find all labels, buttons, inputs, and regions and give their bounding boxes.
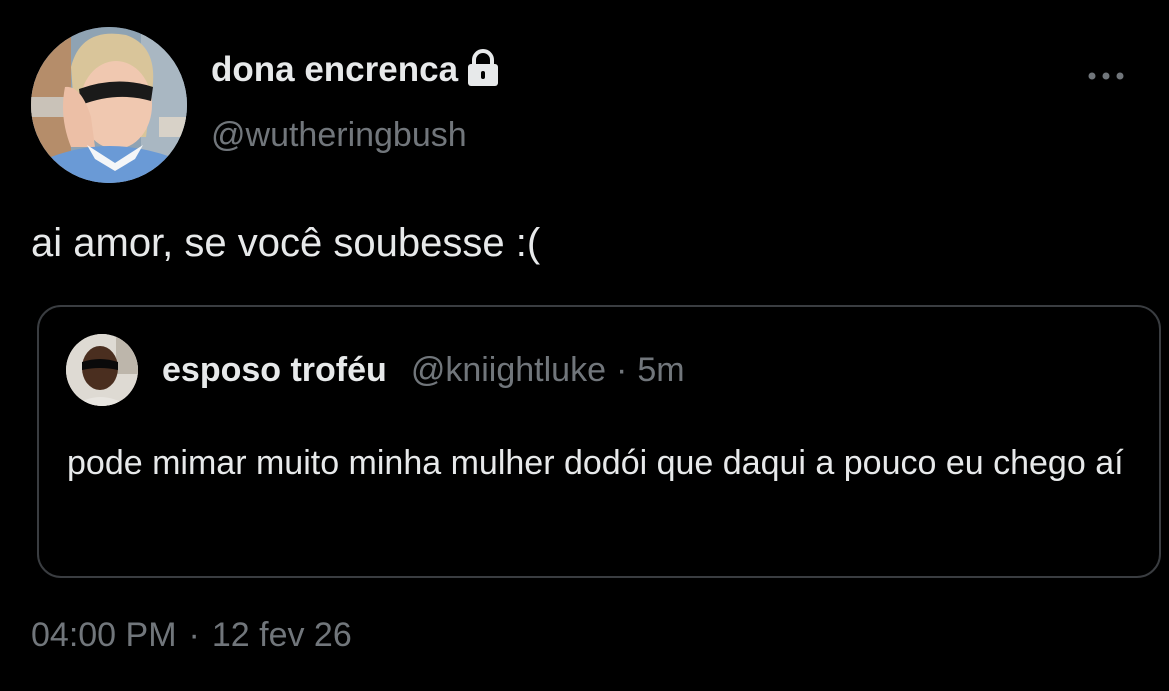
tweet-timestamp: 04:00 PM · 12 fev 26 (31, 614, 352, 656)
quoted-author-avatar-image (66, 334, 138, 406)
tweet-text: ai amor, se você soubesse :( (31, 221, 541, 265)
more-options-icon[interactable] (1086, 64, 1126, 88)
timestamp-separator: · (188, 615, 200, 654)
author-handle[interactable]: @wutheringbush (211, 114, 467, 156)
author-avatar[interactable] (31, 27, 187, 183)
quoted-tweet-card[interactable]: esposo troféu @kniightluke · 5m pode mim… (37, 305, 1161, 578)
author-display-name[interactable]: dona encrenca (211, 48, 458, 92)
quoted-tweet-time[interactable]: 5m (637, 351, 684, 390)
tweet: dona encrenca @wutheringbush ai amor, se… (0, 0, 1169, 691)
quoted-tweet-header: esposo troféu @kniightluke · 5m (162, 349, 685, 391)
quoted-author-handle[interactable]: @kniightluke (411, 351, 606, 390)
author-name-row: dona encrenca (211, 48, 500, 92)
quoted-tweet-text: pode mimar muito minha mulher dodói que … (67, 444, 1124, 482)
quoted-author-name[interactable]: esposo troféu (162, 351, 387, 390)
quoted-author-avatar[interactable] (66, 334, 138, 406)
timestamp-time[interactable]: 04:00 PM (31, 616, 177, 655)
author-avatar-image (31, 27, 187, 183)
lock-icon (466, 49, 500, 87)
timestamp-date[interactable]: 12 fev 26 (212, 616, 352, 655)
quoted-header-separator: · (615, 350, 628, 389)
